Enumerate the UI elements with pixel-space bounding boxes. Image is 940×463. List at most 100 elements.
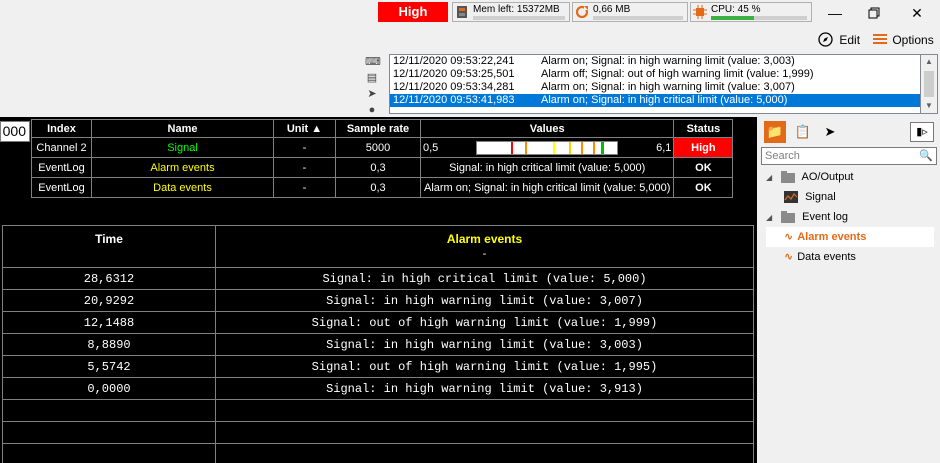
tab-folders[interactable]: 📁 xyxy=(764,121,786,143)
tab-pointer[interactable]: ➤ xyxy=(819,121,841,143)
event-row[interactable]: 8,8890 Signal: in high warning limit (val… xyxy=(2,333,754,356)
log-row[interactable]: 12/11/2020 09:53:22,241 Alarm on; Signal:… xyxy=(390,55,920,68)
channel-unit: - xyxy=(273,137,336,158)
event-time xyxy=(2,421,216,444)
pointer-icon[interactable]: ➤ xyxy=(365,87,379,101)
col-rate[interactable]: Sample rate xyxy=(335,119,421,138)
options-button[interactable]: Options xyxy=(873,31,934,49)
col-unit[interactable]: Unit ▲ xyxy=(273,119,336,138)
microphone-icon[interactable]: ● xyxy=(365,103,379,117)
col-status[interactable]: Status xyxy=(673,119,734,138)
channel-index: EventLog xyxy=(31,157,92,178)
bar-tick-orange xyxy=(581,141,584,154)
channel-index: EventLog xyxy=(31,177,92,198)
channel-row[interactable]: EventLog Data events - 0,3 Alarm on; Sig… xyxy=(31,177,734,198)
cpu-icon xyxy=(693,5,707,19)
tree-item-event-log[interactable]: ◢ Event log xyxy=(766,207,934,227)
memory-meter: Mem left: 15372MB xyxy=(452,2,570,22)
tree-item-alarm-events[interactable]: ∿ Alarm events xyxy=(766,227,934,247)
scroll-thumb[interactable] xyxy=(924,71,934,97)
document-icon[interactable]: ▤ xyxy=(365,71,379,85)
event-message: Signal: in high warning limit (value: 3,… xyxy=(215,289,754,312)
expand-icon[interactable]: ◢ xyxy=(766,208,778,228)
minimize-button[interactable]: — xyxy=(825,4,845,22)
tab-clipboard[interactable]: 📋 xyxy=(792,121,814,143)
log-time: 12/11/2020 09:53:41,983 xyxy=(393,94,515,106)
log-message: Alarm on; Signal: in high warning limit … xyxy=(541,55,795,67)
collapse-panel-button[interactable]: ▮▹ xyxy=(910,122,934,142)
event-row[interactable] xyxy=(2,443,754,463)
event-message: Signal: out of high warning limit (value… xyxy=(215,311,754,334)
value-input[interactable]: 000 xyxy=(0,121,30,142)
event-row[interactable] xyxy=(2,399,754,422)
network-meter: 0,66 MB xyxy=(572,2,688,22)
channel-row[interactable]: Channel 2 Signal - 5000 0,5 6,1 High xyxy=(31,137,734,158)
scroll-up-icon[interactable]: ▲ xyxy=(921,55,937,69)
menu-icon xyxy=(873,34,887,44)
channel-row[interactable]: EventLog Alarm events - 0,3 Signal: in h… xyxy=(31,157,734,178)
bar-tick-yellow xyxy=(553,141,556,154)
col-index[interactable]: Index xyxy=(31,119,92,138)
close-button[interactable]: ✕ xyxy=(907,4,927,22)
values-min: 0,5 xyxy=(423,141,439,154)
keyboard-icon[interactable]: ⌨ xyxy=(365,55,381,69)
event-row[interactable]: 12,1488 Signal: out of high warning limit… xyxy=(2,311,754,334)
tree-item-ao-output[interactable]: ◢ AO/Output xyxy=(766,167,934,187)
edit-button[interactable]: Edit xyxy=(818,31,860,49)
project-tree: ◢ AO/Output Signal ◢ Event log ∿ Alarm ev… xyxy=(766,167,934,267)
log-row[interactable]: 12/11/2020 09:53:25,501 Alarm off; Signal… xyxy=(390,68,920,81)
search-input[interactable]: Search 🔍 xyxy=(761,147,937,165)
event-row[interactable]: 0,0000 Signal: in high warning limit (val… xyxy=(2,377,754,400)
event-message xyxy=(215,443,754,463)
tree-label: Signal xyxy=(805,191,836,203)
channel-value-text: Alarm on; Signal: in high critical limit… xyxy=(419,177,675,198)
cpu-bar xyxy=(711,16,807,20)
tree-label: AO/Output xyxy=(801,171,854,183)
memory-label: Mem left: 15372MB xyxy=(473,4,560,15)
bar-tick-amber xyxy=(569,141,572,154)
alarm-level-badge: High xyxy=(378,2,448,22)
event-row[interactable]: 5,5742 Signal: out of high warning limit … xyxy=(2,355,754,378)
tree-label: Alarm events xyxy=(797,231,867,243)
channel-value-text: Signal: in high critical limit (value: 5… xyxy=(419,157,675,178)
log-row-selected[interactable]: 12/11/2020 09:53:41,983 Alarm on; Signal:… xyxy=(390,94,920,107)
channel-name: Data events xyxy=(91,177,274,198)
channel-table: Index Name Unit ▲ Sample rate Values Sta… xyxy=(31,119,734,198)
signal-chart-icon xyxy=(784,191,798,204)
col-values[interactable]: Values xyxy=(419,119,675,138)
log-scrollbar[interactable]: ▲ ▼ xyxy=(921,54,938,114)
log-message: Alarm on; Signal: in high warning limit … xyxy=(541,81,795,93)
channel-name: Signal xyxy=(91,137,274,158)
channel-rate: 0,3 xyxy=(335,177,421,198)
time-header-label: Time xyxy=(95,232,123,246)
log-time: 12/11/2020 09:53:34,281 xyxy=(393,81,515,93)
log-side-toolbar: ⌨ ▤ ➤ ● xyxy=(365,55,381,119)
col-name[interactable]: Name xyxy=(91,119,274,138)
memory-icon xyxy=(457,6,467,18)
scroll-down-icon[interactable]: ▼ xyxy=(921,99,937,113)
compass-icon xyxy=(818,32,833,47)
log-row[interactable]: 12/11/2020 09:53:34,281 Alarm on; Signal:… xyxy=(390,81,920,94)
tree-item-signal[interactable]: Signal xyxy=(766,187,934,207)
clipboard-icon: 📋 xyxy=(794,124,812,139)
channel-name: Alarm events xyxy=(91,157,274,178)
search-placeholder: Search xyxy=(765,150,800,162)
tree-label: Event log xyxy=(802,211,848,223)
event-time: 0,0000 xyxy=(2,377,216,400)
log-message: Alarm on; Signal: in high critical limit… xyxy=(541,94,788,106)
maximize-button[interactable] xyxy=(864,4,884,22)
event-message: Signal: out of high warning limit (value… xyxy=(215,355,754,378)
event-log-list[interactable]: 12/11/2020 09:53:22,241 Alarm on; Signal:… xyxy=(389,54,921,114)
bar-tick-orange xyxy=(525,141,528,154)
expand-icon[interactable]: ◢ xyxy=(766,168,778,188)
event-row[interactable] xyxy=(2,421,754,444)
bar-tick-green xyxy=(601,141,605,154)
event-row[interactable]: 20,9292 Signal: in high warning limit (va… xyxy=(2,289,754,312)
event-row[interactable]: 28,6312 Signal: in high critical limit (v… xyxy=(2,267,754,290)
events-alarm-header[interactable]: Alarm events - xyxy=(215,225,754,268)
events-time-header[interactable]: Time xyxy=(2,225,216,268)
tree-label: Data events xyxy=(797,251,856,263)
tree-item-data-events[interactable]: ∿ Data events xyxy=(766,247,934,267)
alarm-header-label: Alarm events xyxy=(446,232,523,246)
values-max: 6,1 xyxy=(656,141,672,154)
